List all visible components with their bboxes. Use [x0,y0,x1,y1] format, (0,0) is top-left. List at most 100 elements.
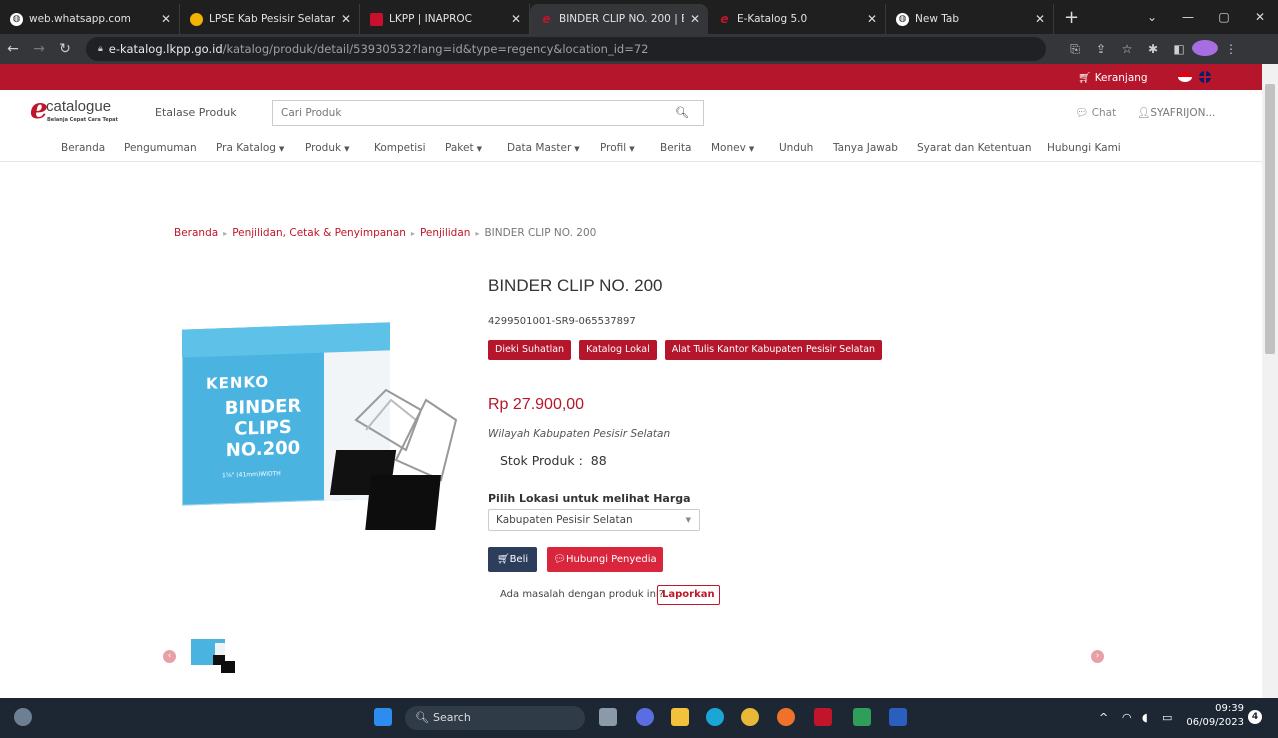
scrollbar-thumb[interactable] [1265,84,1275,354]
close-tab-icon[interactable]: ✕ [511,12,521,26]
ecatalogue-logo[interactable]: e catalogue Belanja Cepat Cara Tepat [30,92,140,128]
tab-binder-clip[interactable]: e BINDER CLIP NO. 200 | E-Ka ✕ [530,4,708,34]
excel-icon[interactable] [853,708,871,726]
tab-lkpp[interactable]: LKPP | INAPROC ✕ [360,4,530,34]
show-hidden-icons-icon[interactable]: ^ [1099,711,1108,724]
nav-pra-katalog[interactable]: Pra Katalog ▼ [216,142,284,154]
nav-syarat-ketentuan[interactable]: Syarat dan Ketentuan [917,142,1032,154]
wifi-icon[interactable]: ◠ [1122,711,1132,724]
nav-unduh[interactable]: Unduh [779,142,813,154]
badge-katalog-lokal[interactable]: Katalog Lokal [579,340,657,360]
nav-monev[interactable]: Monev ▼ [711,142,754,154]
chat-label: Chat [1091,107,1117,119]
breadcrumb-subcategory[interactable]: Penjilidan [420,227,471,239]
product-thumbnail[interactable] [189,637,239,675]
carousel-prev-icon[interactable]: ‹ [163,650,176,663]
uk-flag-icon[interactable] [1199,71,1211,83]
user-menu[interactable]: 👤︎SYAFRIJON... [1137,106,1215,119]
product-badges: Dieki Suhatlan Katalog Lokal Alat Tulis … [488,340,890,360]
location-selected-value: Kabupaten Pesisir Selatan [496,514,633,526]
nav-pengumuman[interactable]: Pengumuman [124,142,197,154]
profile-avatar[interactable] [1192,39,1218,59]
tab-ekatalog[interactable]: e E-Katalog 5.0 ✕ [708,4,886,34]
badge-etalase[interactable]: Alat Tulis Kantor Kabupaten Pesisir Sela… [664,340,883,360]
address-bar-row: ← → ↻ 🔒︎ e-katalog.lkpp.go.id/katalog/pr… [0,34,1278,64]
nav-hubungi-kami[interactable]: Hubungi Kami [1047,142,1121,154]
tab-lpse[interactable]: LPSE Kab Pesisir Selatan - B ✕ [180,4,360,34]
share-icon[interactable]: ⇪ [1088,42,1114,56]
url-field[interactable]: 🔒︎ e-katalog.lkpp.go.id/katalog/produk/d… [86,37,1046,61]
nav-kompetisi[interactable]: Kompetisi [374,142,426,154]
breadcrumb: Beranda ▸ Penjilidan, Cetak & Penyimpanan ▸… [174,227,596,239]
teams-chat-icon[interactable] [636,708,654,726]
carousel-next-icon[interactable]: › [1091,650,1104,663]
restore-icon[interactable]: ▢ [1206,10,1242,24]
volume-icon[interactable]: ◖ [1142,711,1148,724]
translate-icon[interactable]: ⎘ [1062,42,1088,57]
buy-button[interactable]: 🛒︎Beli [488,547,537,572]
close-tab-icon[interactable]: ✕ [867,12,877,26]
tab-title: BINDER CLIP NO. 200 | E-Ka [559,13,684,25]
tab-whatsapp[interactable]: ◍ web.whatsapp.com ✕ [0,4,180,34]
product-sku: 4299501001-SR9-065537897 [488,316,636,327]
forward-icon[interactable]: → [26,41,52,57]
close-tab-icon[interactable]: ✕ [690,12,700,26]
chat-icon: 💬︎ [1075,107,1089,119]
tab-new-tab[interactable]: ◍ New Tab ✕ [886,4,1054,34]
badge-provider[interactable]: Dieki Suhatlan [488,340,572,360]
close-tab-icon[interactable]: ✕ [341,12,351,26]
search-icon[interactable]: 🔍︎ [675,106,689,119]
contact-provider-button[interactable]: 💬︎Hubungi Penyedia [547,547,663,572]
chrome-browser-icon[interactable] [741,708,759,726]
chat-link[interactable]: 💬︎ Chat [1075,106,1116,119]
new-tab-plus-icon[interactable]: + [1064,7,1079,28]
breadcrumb-beranda[interactable]: Beranda [174,227,218,239]
indonesia-flag-icon[interactable] [1178,72,1192,82]
location-select[interactable]: Kabupaten Pesisir Selatan ▼ [488,509,700,531]
box-brand-text: KENKO [206,372,270,393]
battery-icon[interactable]: ▭ [1162,711,1172,724]
close-tab-icon[interactable]: ✕ [161,12,171,26]
nav-tanya-jawab[interactable]: Tanya Jawab [833,142,898,154]
nav-produk[interactable]: Produk ▼ [305,142,349,154]
select-caret-icon: ▼ [685,516,691,524]
nav-profil[interactable]: Profil ▼ [600,142,635,154]
widgets-icon[interactable] [14,708,32,726]
report-button[interactable]: Laporkan [657,585,720,605]
search-input[interactable] [273,101,663,125]
cart-link[interactable]: 🛒︎ Keranjang [1078,71,1148,84]
nav-beranda[interactable]: Beranda [61,142,105,154]
breadcrumb-category[interactable]: Penjilidan, Cetak & Penyimpanan [232,227,406,239]
cart-icon: 🛒︎ [1078,72,1092,84]
reload-icon[interactable]: ↻ [52,41,78,57]
close-tab-icon[interactable]: ✕ [1035,12,1045,26]
edge-browser-icon[interactable] [706,708,724,726]
etalase-produk-link[interactable]: Etalase Produk [155,106,237,119]
file-explorer-icon[interactable] [671,708,689,726]
back-icon[interactable]: ← [0,41,26,57]
page-scrollbar[interactable] [1262,64,1278,698]
tab-search-chevron-icon[interactable]: ⌄ [1134,10,1170,24]
notification-badge[interactable]: 4 [1248,710,1262,724]
firefox-browser-icon[interactable] [777,708,795,726]
close-window-icon[interactable]: ✕ [1242,10,1278,24]
box-product-name-text: BINDER CLIPS NO.200 [224,395,302,462]
thumbnail-image [191,639,235,673]
start-windows-icon[interactable] [374,708,392,726]
taskbar-clock[interactable]: 09:39 06/09/2023 [1186,702,1244,730]
star-icon[interactable]: ☆ [1114,42,1140,56]
nav-paket[interactable]: Paket ▼ [445,142,482,154]
nav-data-master[interactable]: Data Master ▼ [507,142,580,154]
sidepanel-icon[interactable]: ◧ [1166,42,1192,56]
task-view-icon[interactable] [599,708,617,726]
nav-berita[interactable]: Berita [660,142,691,154]
menu-kebab-icon[interactable]: ⋮ [1218,42,1244,56]
taskbar-search[interactable]: 🔍︎ Search [405,706,585,730]
word-icon[interactable] [889,708,907,726]
extensions-icon[interactable]: ✱ [1140,42,1166,56]
cart-label: Keranjang [1094,72,1148,84]
mcafee-icon[interactable] [814,708,832,726]
chat-icon: 💬︎ [553,554,566,565]
product-image[interactable]: KENKO BINDER CLIPS NO.200 1⅝" (41mm)WIDT… [176,320,466,540]
minimize-icon[interactable]: — [1170,10,1206,24]
